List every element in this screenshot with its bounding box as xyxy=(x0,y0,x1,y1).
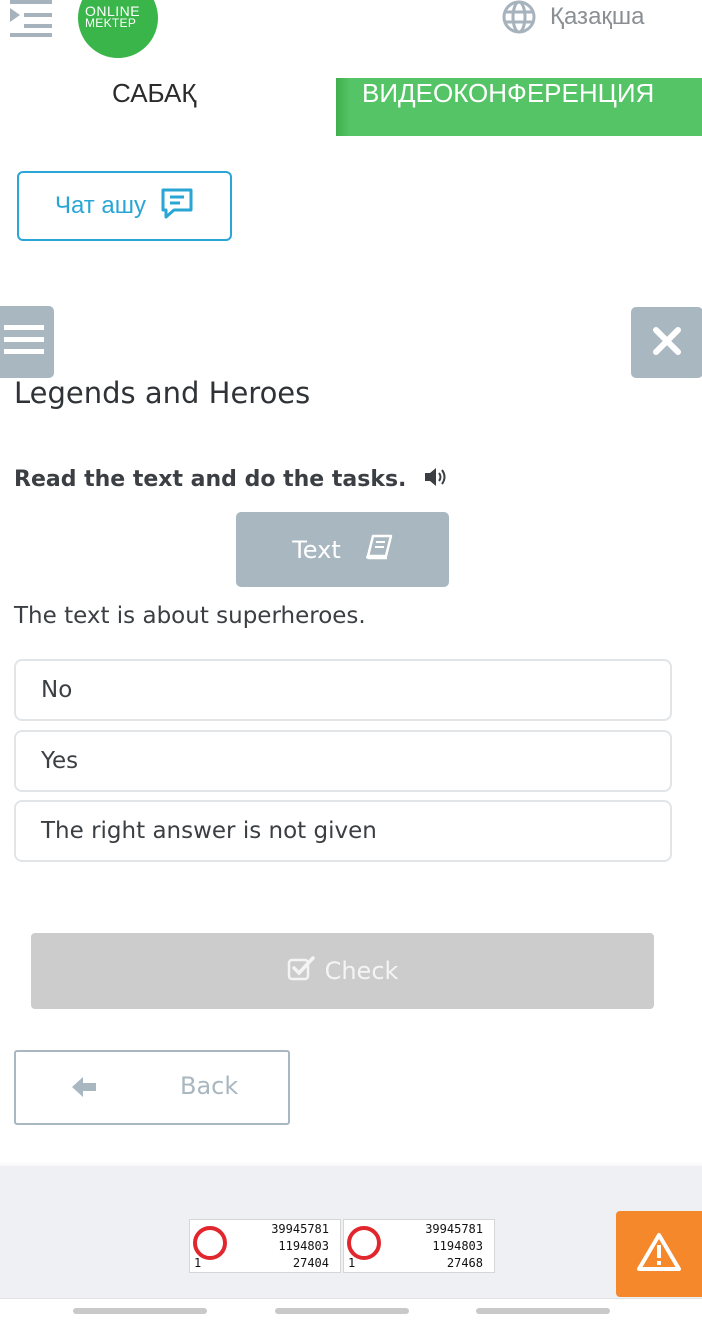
logo-text-mektep: MEKTEP xyxy=(85,16,137,30)
book-icon xyxy=(365,534,393,566)
chat-bubble-icon xyxy=(160,187,194,226)
visit-counter[interactable]: 39945781 1194803 27468 1 xyxy=(343,1219,495,1273)
indent-menu-icon[interactable] xyxy=(8,0,54,40)
counter-today: 27468 xyxy=(446,1256,483,1270)
counter-total: 39945781 xyxy=(271,1222,329,1236)
counter-logo-icon xyxy=(347,1226,381,1260)
open-chat-label: Чат ашу xyxy=(54,192,147,219)
instruction-text: Read the text and do the tasks. xyxy=(14,466,407,492)
warning-triangle-icon xyxy=(636,1232,682,1276)
question-text: The text is about superheroes. xyxy=(14,603,366,629)
answer-option-label: The right answer is not given xyxy=(41,818,377,844)
checkbox-icon xyxy=(287,955,315,987)
tab-videoconference[interactable]: ВИДЕОКОНФЕРЕНЦИЯ xyxy=(336,78,702,136)
language-label: Қазақша xyxy=(550,3,645,30)
tab-lesson[interactable]: САБАҚ xyxy=(0,78,336,136)
counter-month: 1194803 xyxy=(278,1239,329,1253)
answer-option-yes[interactable]: Yes xyxy=(14,730,672,792)
back-button[interactable]: Back xyxy=(14,1050,290,1125)
open-chat-button[interactable]: Чат ашу xyxy=(17,171,232,241)
counter-logo-icon xyxy=(193,1226,227,1260)
open-text-button[interactable]: Text xyxy=(236,512,449,587)
answer-option-label: Yes xyxy=(41,748,79,774)
back-label: Back xyxy=(180,1072,239,1100)
counter-month: 1194803 xyxy=(432,1239,483,1253)
counter-total: 39945781 xyxy=(425,1222,483,1236)
tab-lesson-label: САБАҚ xyxy=(112,78,197,108)
report-problem-button[interactable] xyxy=(616,1211,702,1297)
task-instruction: Read the text and do the tasks. xyxy=(14,466,450,492)
visit-counter[interactable]: 39945781 1194803 27404 1 xyxy=(189,1219,341,1273)
system-navigation-bar xyxy=(0,1298,702,1323)
tab-videoconference-label: ВИДЕОКОНФЕРЕНЦИЯ xyxy=(362,78,655,108)
speaker-icon[interactable] xyxy=(424,466,450,492)
check-button[interactable]: Check xyxy=(31,933,654,1009)
check-label: Check xyxy=(324,957,399,985)
answer-option-not-given[interactable]: The right answer is not given xyxy=(14,800,672,862)
nav-handle[interactable] xyxy=(476,1308,610,1314)
answer-option-no[interactable]: No xyxy=(14,659,672,721)
answer-option-label: No xyxy=(41,677,73,703)
side-menu-button[interactable] xyxy=(0,306,54,378)
page-title: Legends and Heroes xyxy=(14,376,311,410)
nav-handle[interactable] xyxy=(275,1308,409,1314)
nav-handle[interactable] xyxy=(73,1308,207,1314)
close-button[interactable] xyxy=(631,307,702,378)
globe-icon xyxy=(502,0,536,34)
language-selector[interactable]: Қазақша xyxy=(502,0,645,34)
arrow-left-icon xyxy=(70,1074,98,1104)
open-text-label: Text xyxy=(292,535,341,564)
hamburger-icon xyxy=(4,325,44,359)
logo[interactable]: ONLINE MEKTEP xyxy=(78,0,158,58)
close-icon xyxy=(652,326,682,360)
counter-online: 1 xyxy=(194,1256,202,1270)
counter-today: 27404 xyxy=(292,1256,329,1270)
counter-online: 1 xyxy=(348,1256,356,1270)
